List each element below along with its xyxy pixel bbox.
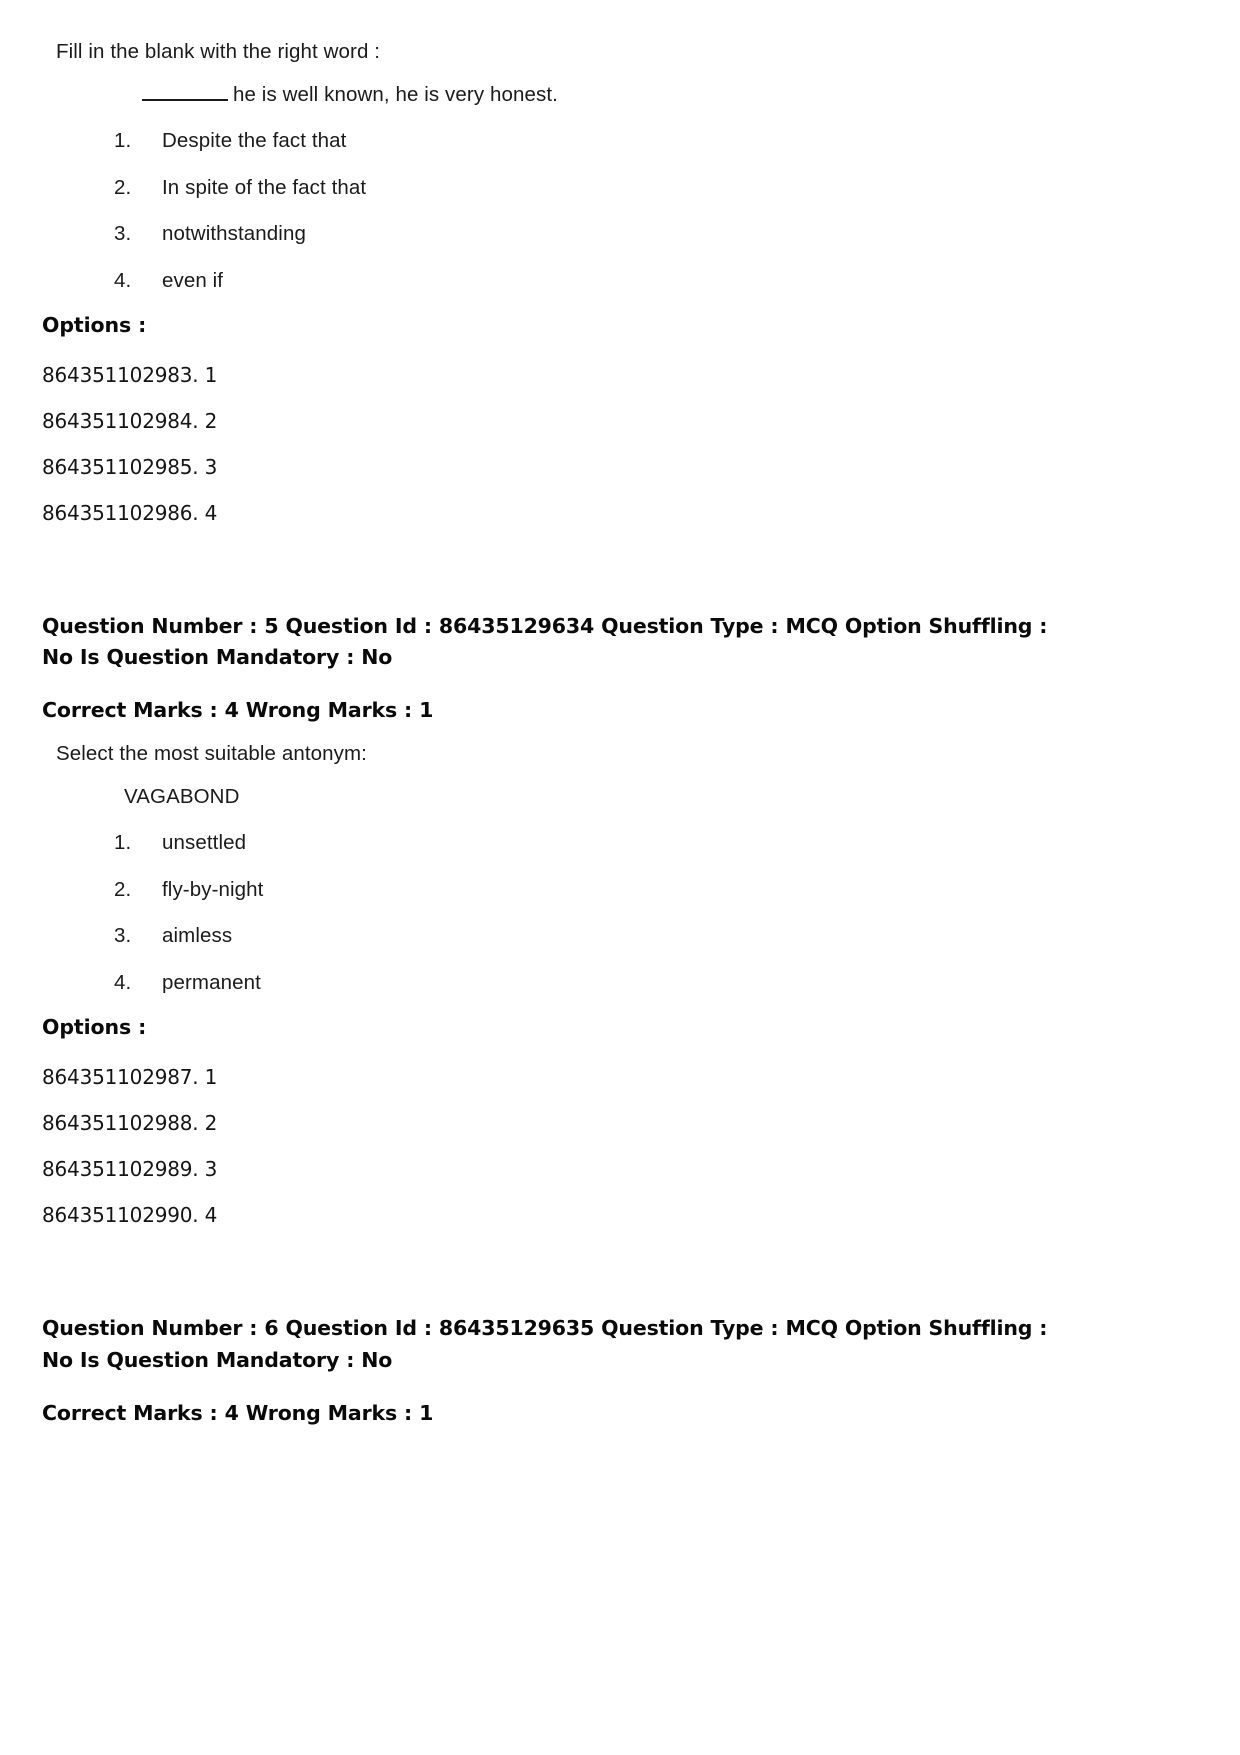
question-5-option-id-3[interactable]: 864351102989. 3 [42,1157,1198,1181]
choice-number: 4. [114,970,132,994]
question-4-prompt: Fill in the blank with the right word : [56,40,381,63]
choice-number: 2. [114,877,132,901]
question-5-choice-3[interactable]: 3. aimless [42,926,1198,947]
question-4-body: Fill in the blank with the right word : … [42,40,1198,292]
question-4-stem: he is well known, he is very honest. [142,84,1198,106]
question-5-option-id-2[interactable]: 864351102988. 2 [42,1111,1198,1135]
choice-number: 3. [114,924,132,948]
question-4-option-id-3[interactable]: 864351102985. 3 [42,455,1198,479]
question-5-body: Select the most suitable antonym: VAGABO… [42,744,1198,993]
question-4-options-label: Options : [42,313,147,337]
question-6-meta-line-2: Correct Marks : 4 Wrong Marks : 1 [42,1400,434,1425]
question-5-choice-1[interactable]: 1. unsettled [42,833,1198,854]
choice-number: 2. [114,175,132,199]
question-4-option-id-1[interactable]: 864351102983. 1 [42,363,1198,387]
choice-number: 1. [114,129,132,152]
question-5-choice-4[interactable]: 4. permanent [42,970,1198,994]
question-5-choice-list: 1. unsettled 2. fly-by-night 3. aimless … [42,833,1198,993]
question-4-choice-4[interactable]: 4. even if [42,268,1198,292]
question-5-meta: Question Number : 5 Question Id : 864351… [42,611,1077,726]
question-5-choice-2[interactable]: 2. fly-by-night [42,877,1198,901]
question-5-prompt: Select the most suitable antonym: [56,742,367,766]
exam-page: Fill in the blank with the right word : … [0,0,1240,1755]
question-4-choice-3[interactable]: 3. notwithstanding [42,222,1198,245]
choice-number: 3. [114,222,132,245]
question-6-meta-line-1: Question Number : 6 Question Id : 864351… [42,1316,1048,1372]
choice-number: 1. [114,831,132,855]
question-5-option-id-1[interactable]: 864351102987. 1 [42,1065,1198,1089]
question-5-headword: VAGABOND [124,784,240,808]
question-6-meta: Question Number : 6 Question Id : 864351… [42,1313,1077,1428]
choice-text: even if [162,268,224,292]
choice-number: 4. [114,268,132,292]
choice-text: fly-by-night [162,877,264,901]
question-4-choice-list: 1. Despite the fact that 2. In spite of … [42,129,1198,292]
question-5-meta-line-1: Question Number : 5 Question Id : 864351… [42,614,1048,670]
question-4-option-id-2[interactable]: 864351102984. 2 [42,409,1198,433]
question-5-option-id-4[interactable]: 864351102990. 4 [42,1203,1198,1227]
question-4-option-id-4[interactable]: 864351102986. 4 [42,501,1198,525]
choice-text: Despite the fact that [162,129,347,152]
choice-text: In spite of the fact that [162,175,367,199]
fill-in-blank-rule [142,86,228,101]
choice-text: permanent [162,970,261,994]
choice-text: unsettled [162,831,247,855]
choice-text: notwithstanding [162,222,306,245]
question-4-choice-1[interactable]: 1. Despite the fact that [42,129,1198,152]
question-5-options-label: Options : [42,1015,147,1040]
question-5-meta-line-2: Correct Marks : 4 Wrong Marks : 1 [42,698,434,723]
question-4-choice-2[interactable]: 2. In spite of the fact that [42,175,1198,199]
choice-text: aimless [162,924,233,948]
